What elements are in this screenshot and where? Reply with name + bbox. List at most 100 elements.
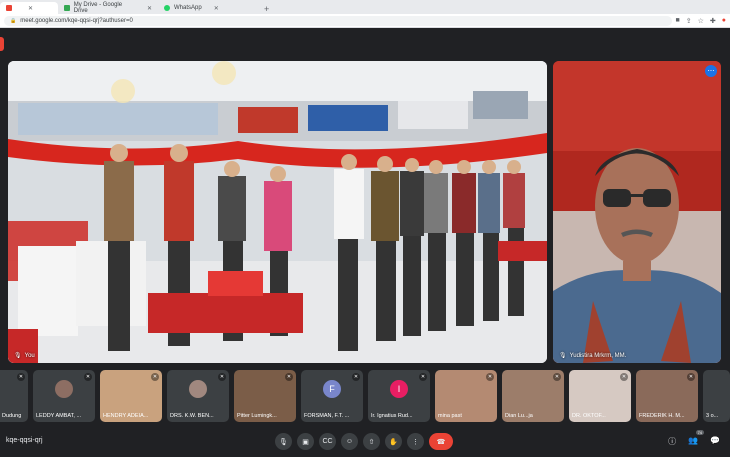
avatar: I <box>390 380 408 398</box>
participant-name: Dian Lu...ja <box>505 413 533 419</box>
red-edge-indicator <box>0 37 4 51</box>
camera-button[interactable]: ▣ <box>297 433 314 450</box>
participant-thumbnail[interactable]: ✕ HENDRY ADEIA... <box>100 370 162 422</box>
url-text: meet.google.com/kqe-qqsi-qrj?authuser=0 <box>20 17 133 24</box>
main-tile-label: 🎙 You <box>14 352 35 360</box>
side-video-scene <box>553 61 721 363</box>
reactions-button[interactable]: ☺ <box>341 433 358 450</box>
avatar <box>189 380 207 398</box>
lock-icon: 🔒 <box>10 17 17 24</box>
meeting-controls-bar: kqe-qqsi-qrj 🎙 ▣ CC ☺ ⇧ ✋ ⋮ ☎ ⓘ 👥 74 💬 <box>0 427 730 457</box>
more-options-button[interactable]: ⋮ <box>407 433 424 450</box>
participant-name: Yudistira Mrkrm, MM. <box>569 352 627 359</box>
meet-favicon-icon <box>6 5 12 11</box>
tab-label: WhatsApp <box>174 5 202 11</box>
main-video-tile[interactable]: 🎙 You <box>8 61 547 363</box>
participant-name: DRS. K.W. BEN... <box>170 413 214 419</box>
info-icon[interactable]: ⓘ <box>668 436 676 447</box>
emoji-icon: ☺ <box>345 438 354 445</box>
side-tile-label: 🎙 Yudistira Mrkrm, MM. <box>559 352 627 360</box>
browser-tab-strip: ✕ My Drive - Google Drive ✕ WhatsApp ✕ + <box>0 0 730 14</box>
participant-thumbnail[interactable]: ✕ Pitter Lumingk... <box>234 370 296 422</box>
tab-google-drive[interactable]: My Drive - Google Drive ✕ <box>58 2 158 14</box>
mic-muted-icon: ✕ <box>687 373 695 381</box>
present-button[interactable]: ⇧ <box>363 433 380 450</box>
participant-thumbnail[interactable]: ✕ DRS. K.W. BEN... <box>167 370 229 422</box>
participant-thumbnail[interactable]: ✕ LEDDY AMBAT, ... <box>33 370 95 422</box>
participant-name: 3 o... <box>706 413 719 419</box>
avatar: F <box>323 380 341 398</box>
mic-muted-icon: ✕ <box>285 373 293 381</box>
participant-thumbnail[interactable]: 3 o... <box>703 370 730 422</box>
mic-muted-icon: ✕ <box>151 373 159 381</box>
participant-name: Pitter Lumingk... <box>237 413 277 419</box>
meet-app: 🎙 You ⋯ 🎙 Yudistira Mrkrm, MM. ✕ Dudung … <box>0 29 730 457</box>
end-call-icon: ☎ <box>436 438 446 446</box>
mic-muted-icon: ✕ <box>84 373 92 381</box>
people-button[interactable]: 👥 74 <box>688 430 705 447</box>
tab-whatsapp[interactable]: WhatsApp ✕ <box>158 2 258 14</box>
more-vert-icon: ⋮ <box>412 438 419 446</box>
microphone-button[interactable]: 🎙 <box>275 433 292 450</box>
captions-button[interactable]: CC <box>319 433 336 450</box>
close-tab-icon[interactable]: ✕ <box>214 5 219 12</box>
participant-thumbnails: ✕ Dudung ✕ LEDDY AMBAT, ... ✕ HENDRY ADE… <box>0 370 730 422</box>
people-icon: 👥 <box>688 436 699 445</box>
participant-name: mina past <box>438 413 462 419</box>
meeting-code: kqe-qqsi-qrj <box>6 437 43 444</box>
mic-icon: 🎙 <box>559 353 567 359</box>
new-tab-button[interactable]: + <box>258 4 275 14</box>
avatar <box>55 380 73 398</box>
mic-muted-icon: ✕ <box>620 373 628 381</box>
extensions-icon[interactable]: ✚ <box>710 17 716 25</box>
mic-muted-icon: ✕ <box>486 373 494 381</box>
mic-muted-icon: ✕ <box>553 373 561 381</box>
participant-name: FREDERIK H. M... <box>639 413 685 419</box>
participant-thumbnail[interactable]: F ✕ FORSMAN, F.T. ... <box>301 370 363 422</box>
tab-meet[interactable]: ✕ <box>0 2 58 14</box>
whatsapp-favicon-icon <box>164 5 170 11</box>
captions-icon: CC <box>322 438 333 445</box>
leave-call-button[interactable]: ☎ <box>429 433 453 450</box>
side-video-tile[interactable]: ⋯ 🎙 Yudistira Mrkrm, MM. <box>553 61 721 363</box>
mic-muted-icon: ✕ <box>419 373 427 381</box>
participant-thumbnail[interactable]: ✕ Dudung <box>0 370 28 422</box>
participant-name: You <box>24 352 35 359</box>
close-tab-icon[interactable]: ✕ <box>147 5 152 12</box>
more-options-icon[interactable]: ⋯ <box>705 65 717 77</box>
close-tab-icon[interactable]: ✕ <box>28 5 33 12</box>
drive-favicon-icon <box>64 5 70 11</box>
mic-muted-icon: ✕ <box>218 373 226 381</box>
omnibar: 🔒 meet.google.com/kqe-qqsi-qrj?authuser=… <box>0 14 730 28</box>
participant-name: DR. OKTOF... <box>572 413 606 419</box>
participant-count-badge: 74 <box>695 430 705 435</box>
share-icon[interactable]: ⇪ <box>686 17 692 25</box>
mic-icon: 🎙 <box>279 438 288 446</box>
tab-label: My Drive - Google Drive <box>73 2 123 14</box>
participant-name: Dudung <box>2 413 22 419</box>
participant-thumbnail[interactable]: I ✕ Ir. Ignatius Rud... <box>368 370 430 422</box>
mic-icon: 🎙 <box>14 353 22 359</box>
participant-thumbnail[interactable]: ✕ mina past <box>435 370 497 422</box>
main-video-scene <box>8 61 547 363</box>
participant-thumbnail[interactable]: ✕ DR. OKTOF... <box>569 370 631 422</box>
present-screen-icon: ⇧ <box>368 438 375 446</box>
participant-thumbnail[interactable]: ✕ FREDERIK H. M... <box>636 370 698 422</box>
mic-muted-icon: ✕ <box>352 373 360 381</box>
address-bar[interactable]: 🔒 meet.google.com/kqe-qqsi-qrj?authuser=… <box>4 15 672 26</box>
participant-name: LEDDY AMBAT, ... <box>36 413 82 419</box>
hand-icon: ✋ <box>389 438 398 446</box>
participant-name: FORSMAN, F.T. ... <box>304 413 350 419</box>
profile-icon[interactable]: ● <box>722 17 726 25</box>
chat-icon[interactable]: 💬 <box>710 436 720 447</box>
camera-indicator-icon[interactable]: ■ <box>676 17 680 25</box>
bookmark-star-icon[interactable]: ☆ <box>698 17 704 25</box>
side-panel-buttons: ⓘ 👥 74 💬 <box>668 430 720 447</box>
raise-hand-button[interactable]: ✋ <box>385 433 402 450</box>
mic-muted-icon: ✕ <box>17 373 25 381</box>
camera-icon: ▣ <box>302 438 309 446</box>
participant-name: HENDRY ADEIA... <box>103 413 149 419</box>
omnibar-actions: ■ ⇪ ☆ ✚ ● <box>676 17 727 25</box>
call-controls: 🎙 ▣ CC ☺ ⇧ ✋ ⋮ ☎ <box>275 433 453 450</box>
participant-thumbnail[interactable]: ✕ Dian Lu...ja <box>502 370 564 422</box>
